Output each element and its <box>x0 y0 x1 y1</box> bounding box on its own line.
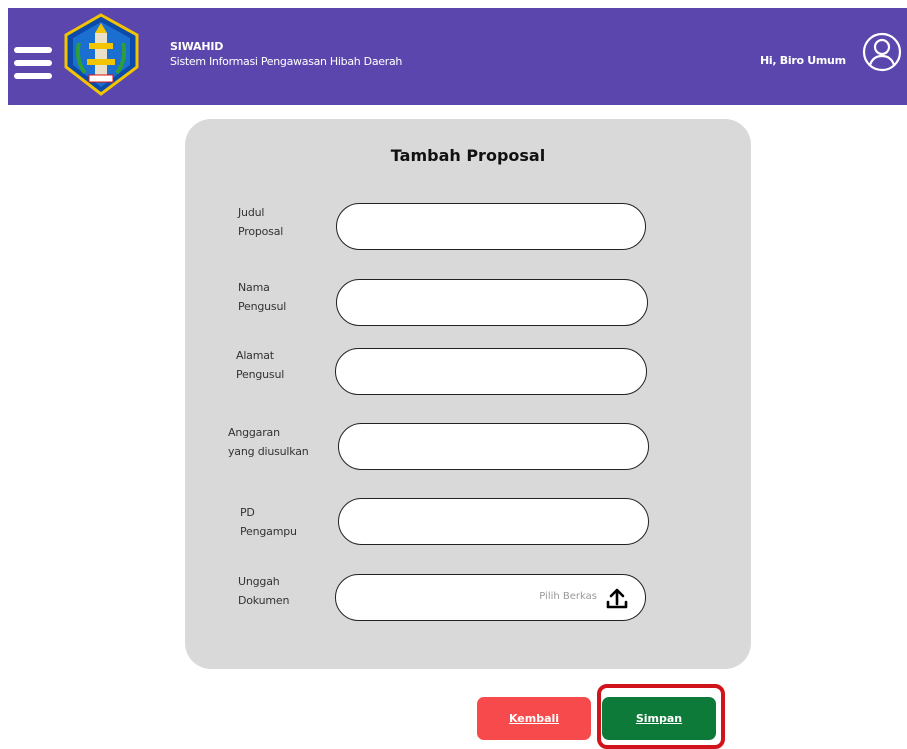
label-judul-proposal: Judul Proposal <box>238 206 284 238</box>
user-greeting: Hi, Biro Umum <box>760 54 846 67</box>
app-subtitle: Sistem Informasi Pengawasan Hibah Daerah <box>170 55 403 68</box>
app-name: SIWAHID <box>170 40 224 53</box>
save-button[interactable]: Simpan <box>602 697 716 740</box>
upload-field[interactable]: Pilih Berkas <box>335 574 646 621</box>
top-bar: SIWAHID Sistem Informasi Pengawasan Hiba… <box>8 8 907 105</box>
label-nama-pengusul: Nama Pengusul <box>238 281 287 313</box>
pd-pengampu-input[interactable] <box>339 499 648 544</box>
form-title: Tambah Proposal <box>390 146 546 165</box>
back-button[interactable]: Kembali <box>477 697 591 740</box>
nama-pengusul-input[interactable] <box>337 280 647 325</box>
anggaran-field[interactable] <box>338 423 649 470</box>
label-alamat-pengusul: Alamat Pengusul <box>236 349 285 381</box>
logo <box>63 13 140 96</box>
judul-proposal-input[interactable] <box>337 204 645 249</box>
label-anggaran: Anggaran yang diusulkan <box>228 426 309 458</box>
judul-proposal-field[interactable] <box>336 203 646 250</box>
alamat-pengusul-field[interactable] <box>335 348 647 395</box>
pd-pengampu-field[interactable] <box>338 498 649 545</box>
upload-placeholder[interactable]: Pilih Berkas <box>539 591 597 602</box>
anggaran-input[interactable] <box>339 424 648 469</box>
nama-pengusul-field[interactable] <box>336 279 648 326</box>
form-card: Tambah Proposal Judul Proposal Nama Peng… <box>185 119 751 669</box>
label-pd-pengampu: PD Pengampu <box>240 506 297 538</box>
upload-icon[interactable] <box>605 586 629 610</box>
menu-icon[interactable] <box>14 47 52 79</box>
user-avatar-icon[interactable] <box>862 32 902 72</box>
alamat-pengusul-input[interactable] <box>336 349 646 394</box>
label-unggah-dokumen: Unggah Dokumen <box>238 575 290 607</box>
